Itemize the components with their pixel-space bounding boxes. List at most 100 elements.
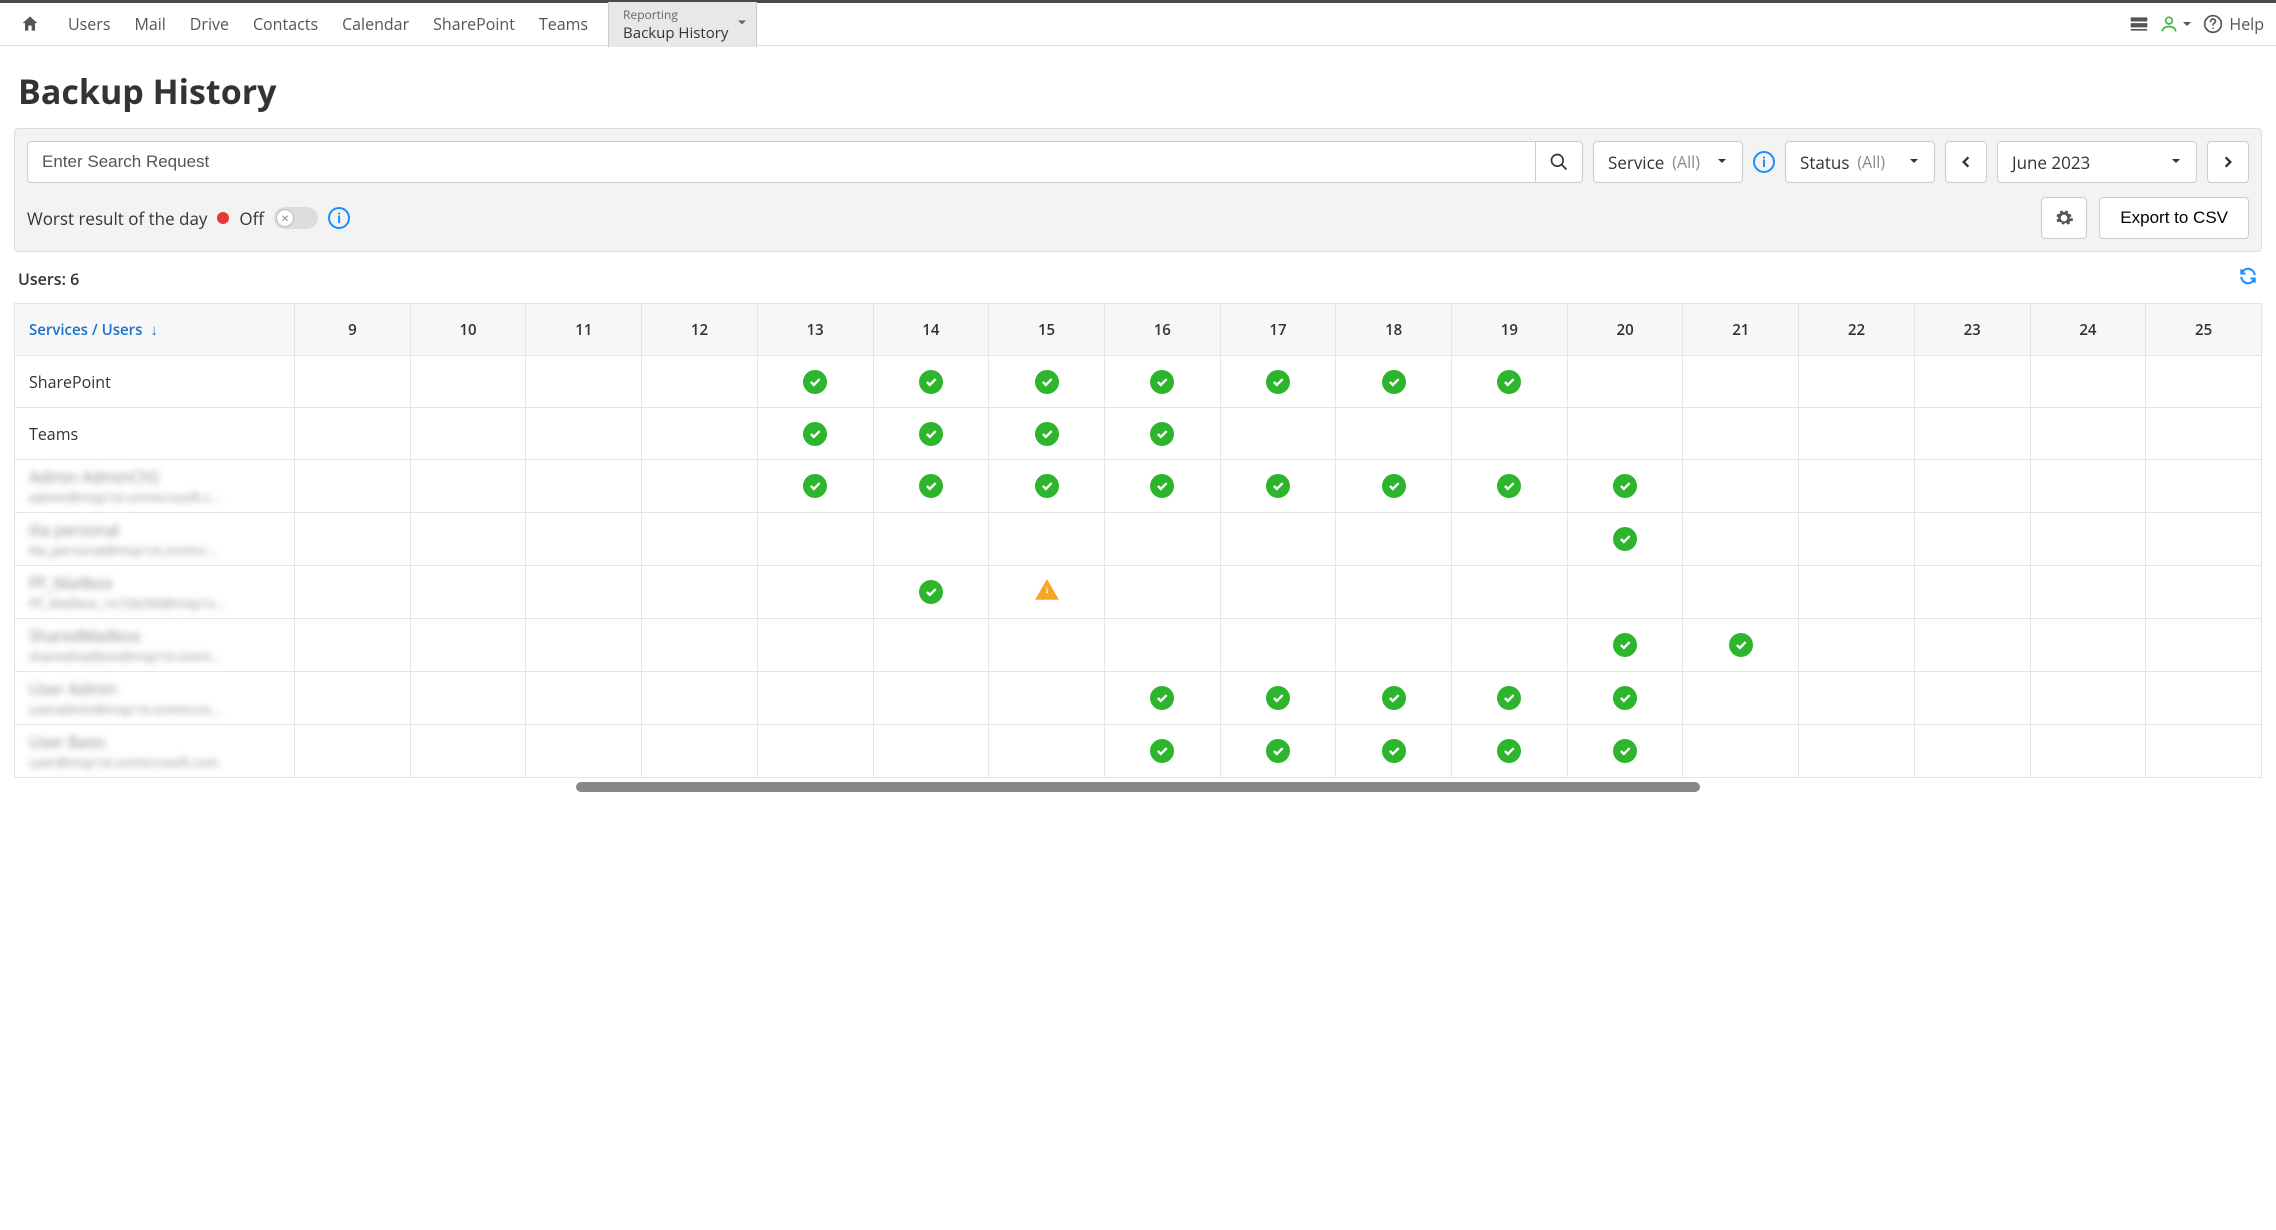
worst-result-toggle[interactable]: ✕ — [274, 207, 318, 229]
status-cell[interactable] — [2146, 725, 2262, 778]
status-cell[interactable] — [1104, 619, 1220, 672]
status-cell[interactable] — [410, 408, 526, 460]
status-cell[interactable] — [757, 513, 873, 566]
server-icon-button[interactable] — [2129, 15, 2149, 33]
status-cell[interactable] — [873, 460, 989, 513]
status-cell[interactable] — [1683, 672, 1799, 725]
status-cell[interactable] — [1336, 619, 1452, 672]
status-cell[interactable] — [989, 725, 1105, 778]
status-cell[interactable] — [2030, 672, 2146, 725]
status-cell[interactable] — [1336, 672, 1452, 725]
status-cell[interactable] — [2146, 619, 2262, 672]
status-cell[interactable] — [1914, 408, 2030, 460]
status-cell[interactable] — [1452, 356, 1568, 408]
status-cell[interactable] — [1799, 356, 1915, 408]
search-input[interactable] — [27, 141, 1535, 183]
status-cell[interactable] — [757, 672, 873, 725]
info-icon[interactable]: i — [328, 207, 350, 229]
status-cell[interactable] — [1220, 725, 1336, 778]
nav-item-teams[interactable]: Teams — [527, 3, 600, 45]
status-cell[interactable] — [1567, 356, 1683, 408]
status-cell[interactable] — [410, 725, 526, 778]
status-cell[interactable] — [1336, 725, 1452, 778]
row-label-cell[interactable]: SharedMailboxsharedmailbox@msp1st.onmi… — [15, 619, 295, 672]
status-cell[interactable] — [989, 460, 1105, 513]
status-cell[interactable] — [757, 619, 873, 672]
status-cell[interactable] — [1104, 356, 1220, 408]
status-cell[interactable] — [1914, 356, 2030, 408]
status-cell[interactable] — [1452, 408, 1568, 460]
status-cell[interactable] — [295, 356, 411, 408]
status-cell[interactable] — [410, 566, 526, 619]
status-cell[interactable] — [295, 460, 411, 513]
home-button[interactable] — [0, 14, 56, 34]
row-label-cell[interactable]: ilia personalilia_personal@msp1st.onmicr… — [15, 513, 295, 566]
status-cell[interactable] — [526, 460, 642, 513]
status-cell[interactable] — [1220, 566, 1336, 619]
status-cell[interactable] — [2146, 356, 2262, 408]
status-cell[interactable] — [1336, 513, 1452, 566]
export-csv-button[interactable]: Export to CSV — [2099, 197, 2249, 239]
status-cell[interactable] — [2030, 725, 2146, 778]
status-cell[interactable] — [2030, 408, 2146, 460]
status-cell[interactable] — [1220, 408, 1336, 460]
info-icon[interactable]: i — [1753, 151, 1775, 173]
status-cell[interactable] — [1914, 672, 2030, 725]
status-cell[interactable] — [642, 356, 758, 408]
status-cell[interactable] — [1567, 460, 1683, 513]
status-cell[interactable] — [1567, 566, 1683, 619]
status-cell[interactable] — [295, 513, 411, 566]
status-cell[interactable] — [642, 619, 758, 672]
status-cell[interactable] — [1220, 619, 1336, 672]
status-cell[interactable] — [295, 566, 411, 619]
help-button[interactable]: Help — [2203, 13, 2264, 35]
prev-month-button[interactable] — [1945, 141, 1987, 183]
status-cell[interactable] — [1567, 408, 1683, 460]
status-cell[interactable] — [1914, 725, 2030, 778]
status-filter[interactable]: Status (All) — [1785, 141, 1935, 183]
row-label-cell[interactable]: User Basicuser@msp1st.onmicrosoft.com — [15, 725, 295, 778]
row-label-cell[interactable]: Teams — [15, 408, 295, 460]
status-cell[interactable] — [2146, 566, 2262, 619]
status-cell[interactable] — [526, 619, 642, 672]
status-cell[interactable] — [1799, 566, 1915, 619]
status-cell[interactable] — [526, 672, 642, 725]
nav-item-mail[interactable]: Mail — [122, 3, 177, 45]
status-cell[interactable] — [873, 513, 989, 566]
status-cell[interactable] — [642, 408, 758, 460]
status-cell[interactable] — [1914, 460, 2030, 513]
status-cell[interactable] — [1452, 566, 1568, 619]
status-cell[interactable] — [642, 672, 758, 725]
status-cell[interactable] — [873, 408, 989, 460]
status-cell[interactable] — [1683, 619, 1799, 672]
service-filter[interactable]: Service (All) — [1593, 141, 1743, 183]
status-cell[interactable] — [1220, 460, 1336, 513]
status-cell[interactable] — [1452, 725, 1568, 778]
nav-item-sharepoint[interactable]: SharePoint — [421, 3, 527, 45]
status-cell[interactable] — [1336, 460, 1452, 513]
status-cell[interactable] — [873, 619, 989, 672]
status-cell[interactable] — [757, 356, 873, 408]
status-cell[interactable] — [873, 725, 989, 778]
status-cell[interactable] — [1104, 513, 1220, 566]
status-cell[interactable] — [757, 408, 873, 460]
status-cell[interactable] — [1336, 408, 1452, 460]
status-cell[interactable] — [295, 672, 411, 725]
nav-item-users[interactable]: Users — [56, 3, 122, 45]
column-header-services-users[interactable]: Services / Users ↓ — [15, 304, 295, 356]
status-cell[interactable] — [642, 566, 758, 619]
status-cell[interactable] — [757, 566, 873, 619]
month-picker[interactable]: June 2023 — [1997, 141, 2197, 183]
status-cell[interactable] — [1683, 356, 1799, 408]
status-cell[interactable] — [1799, 672, 1915, 725]
status-cell[interactable] — [642, 513, 758, 566]
nav-item-contacts[interactable]: Contacts — [241, 3, 330, 45]
status-cell[interactable] — [410, 460, 526, 513]
status-cell[interactable] — [1914, 566, 2030, 619]
status-cell[interactable] — [1799, 408, 1915, 460]
status-cell[interactable] — [1799, 725, 1915, 778]
status-cell[interactable] — [1452, 619, 1568, 672]
status-cell[interactable] — [1452, 672, 1568, 725]
user-menu[interactable] — [2159, 14, 2193, 34]
nav-item-drive[interactable]: Drive — [178, 3, 241, 45]
